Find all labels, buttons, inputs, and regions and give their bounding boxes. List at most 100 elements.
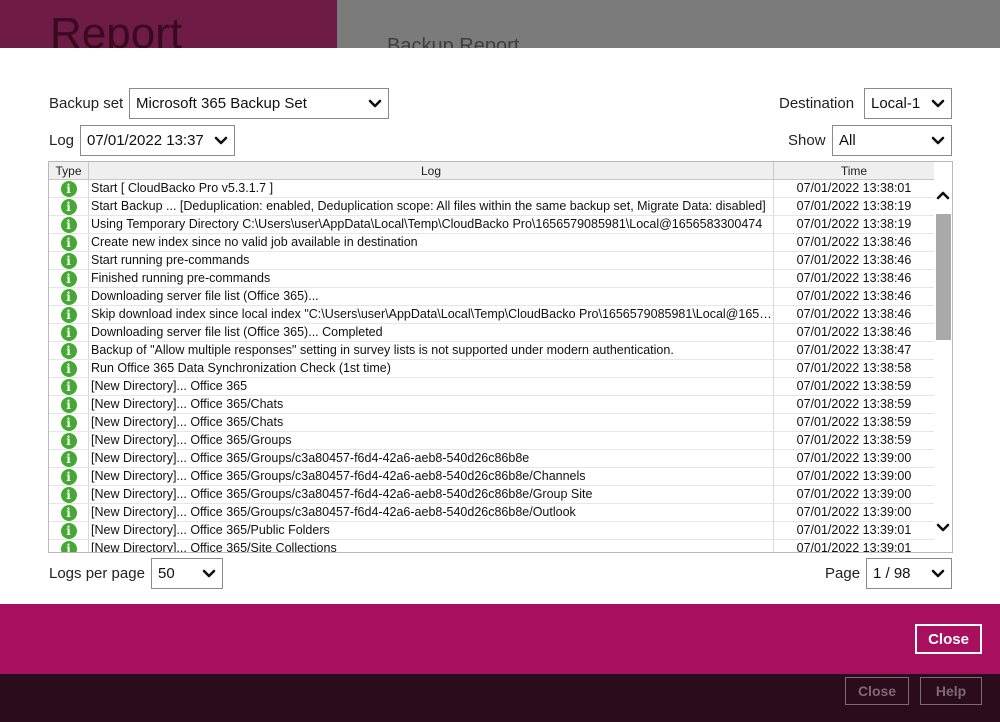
table-row[interactable]: i Downloading server file list (Office 36… — [49, 288, 934, 306]
log-date-select[interactable]: 07/01/2022 13:37 — [80, 125, 235, 156]
info-icon: i — [60, 396, 77, 413]
background-close-button: Close — [845, 677, 909, 705]
vertical-scrollbar[interactable] — [934, 180, 952, 552]
log-cell: Downloading server file list (Office 365… — [89, 288, 774, 305]
background-page-subtitle: Backup Report — [387, 35, 520, 48]
chevron-down-icon — [925, 136, 951, 146]
scroll-down-icon[interactable] — [934, 521, 952, 535]
table-row[interactable]: i Skip download index since local index "… — [49, 306, 934, 324]
table-row[interactable]: i Start Backup ... [Deduplication: enable… — [49, 198, 934, 216]
type-cell: i — [49, 486, 89, 503]
table-row[interactable]: i Create new index since no valid job ava… — [49, 234, 934, 252]
type-cell: i — [49, 378, 89, 395]
type-cell: i — [49, 288, 89, 305]
table-row[interactable]: i [New Directory]... Office 365/Groups 07/… — [49, 432, 934, 450]
table-row[interactable]: i Finished running pre-commands 07/01/2022… — [49, 270, 934, 288]
destination-select[interactable]: Local-1 — [864, 88, 952, 119]
log-cell: [New Directory]... Office 365/Chats — [89, 396, 774, 413]
info-icon: i — [60, 504, 77, 521]
type-cell: i — [49, 522, 89, 539]
info-icon: i — [60, 270, 77, 287]
table-row[interactable]: i [New Directory]... Office 365/Chats 07/0… — [49, 414, 934, 432]
time-cell: 07/01/2022 13:38:46 — [796, 271, 912, 285]
info-icon: i — [60, 486, 77, 503]
background-page-title: Report — [50, 9, 183, 49]
type-cell: i — [49, 450, 89, 467]
chevron-down-icon — [925, 569, 951, 579]
log-cell: Downloading server file list (Office 365… — [89, 324, 774, 341]
info-icon: i — [60, 540, 77, 552]
type-cell: i — [49, 234, 89, 251]
logs-per-page-label: Logs per page — [49, 565, 145, 582]
table-row[interactable]: i [New Directory]... Office 365/Site Coll… — [49, 540, 934, 553]
show-label: Show — [788, 132, 826, 149]
table-row[interactable]: i [New Directory]... Office 365 07/01/2022… — [49, 378, 934, 396]
logs-per-page-value: 50 — [158, 565, 175, 582]
page-label: Page — [825, 565, 861, 582]
log-cell: Start running pre-commands — [89, 252, 774, 269]
column-header-time[interactable]: Time — [774, 162, 934, 180]
info-icon: i — [60, 288, 77, 305]
info-icon: i — [60, 324, 77, 341]
type-cell: i — [49, 504, 89, 521]
type-cell: i — [49, 540, 89, 552]
scrollbar-thumb[interactable] — [936, 214, 951, 340]
time-cell: 07/01/2022 13:38:19 — [796, 199, 912, 213]
info-icon: i — [60, 198, 77, 215]
table-row[interactable]: i [New Directory]... Office 365/Groups/c3… — [49, 486, 934, 504]
info-icon: i — [60, 252, 77, 269]
log-cell: Skip download index since local index "C… — [91, 306, 774, 323]
backup-set-select[interactable]: Microsoft 365 Backup Set — [129, 88, 389, 119]
page-select[interactable]: 1 / 98 — [866, 558, 952, 589]
type-cell: i — [49, 324, 89, 341]
info-icon: i — [60, 450, 77, 467]
info-icon: i — [60, 468, 77, 485]
table-row[interactable]: i Start [ CloudBacko Pro v5.3.1.7 ] 07/01/… — [49, 180, 934, 198]
table-row[interactable]: i Backup of "Allow multiple responses" se… — [49, 342, 934, 360]
table-header: Type Log Time — [49, 162, 934, 180]
chevron-down-icon — [362, 99, 388, 109]
table-row[interactable]: i Using Temporary Directory C:\Users\user… — [49, 216, 934, 234]
show-filter-select[interactable]: All — [832, 125, 952, 156]
background-header-left: Report — [0, 0, 337, 48]
log-cell: Using Temporary Directory C:\Users\user\… — [89, 216, 774, 233]
log-cell: Finished running pre-commands — [89, 270, 774, 287]
info-icon: i — [60, 432, 77, 449]
table-row[interactable]: i [New Directory]... Office 365/Groups/c3… — [49, 450, 934, 468]
chevron-down-icon — [196, 569, 222, 579]
table-row[interactable]: i [New Directory]... Office 365/Chats 07/0… — [49, 396, 934, 414]
backup-set-label: Backup set — [49, 95, 124, 112]
log-cell: [New Directory]... Office 365/Public Fol… — [89, 522, 774, 539]
info-icon: i — [60, 234, 77, 251]
time-cell: 07/01/2022 13:39:01 — [796, 541, 912, 553]
chevron-down-icon — [925, 99, 951, 109]
table-row[interactable]: i [New Directory]... Office 365/Public Fo… — [49, 522, 934, 540]
time-cell: 07/01/2022 13:38:59 — [796, 379, 912, 393]
scroll-up-icon[interactable] — [934, 188, 952, 202]
time-cell: 07/01/2022 13:38:46 — [796, 289, 912, 303]
time-cell: 07/01/2022 13:39:00 — [796, 451, 912, 465]
type-cell: i — [49, 198, 89, 215]
table-row[interactable]: i [New Directory]... Office 365/Groups/c3… — [49, 504, 934, 522]
type-cell: i — [49, 468, 89, 485]
type-cell: i — [49, 396, 89, 413]
column-header-type[interactable]: Type — [49, 162, 89, 180]
log-date-value: 07/01/2022 13:37 — [87, 132, 204, 149]
background-help-button: Help — [920, 677, 982, 705]
type-cell: i — [49, 216, 89, 233]
log-cell: Backup of "Allow multiple responses" set… — [89, 342, 774, 359]
table-row[interactable]: i [New Directory]... Office 365/Groups/c3… — [49, 468, 934, 486]
table-row[interactable]: i Run Office 365 Data Synchronization Che… — [49, 360, 934, 378]
time-cell: 07/01/2022 13:39:00 — [796, 487, 912, 501]
close-button[interactable]: Close — [915, 624, 982, 654]
table-row[interactable]: i Downloading server file list (Office 36… — [49, 324, 934, 342]
logs-per-page-select[interactable]: 50 — [151, 558, 223, 589]
type-cell: i — [49, 432, 89, 449]
info-icon: i — [60, 522, 77, 539]
type-cell: i — [49, 270, 89, 287]
time-cell: 07/01/2022 13:38:47 — [796, 343, 912, 357]
column-header-log[interactable]: Log — [89, 162, 774, 180]
log-cell: Run Office 365 Data Synchronization Chec… — [89, 360, 774, 377]
table-row[interactable]: i Start running pre-commands 07/01/2022 13… — [49, 252, 934, 270]
log-cell: [New Directory]... Office 365/Chats — [89, 414, 774, 431]
